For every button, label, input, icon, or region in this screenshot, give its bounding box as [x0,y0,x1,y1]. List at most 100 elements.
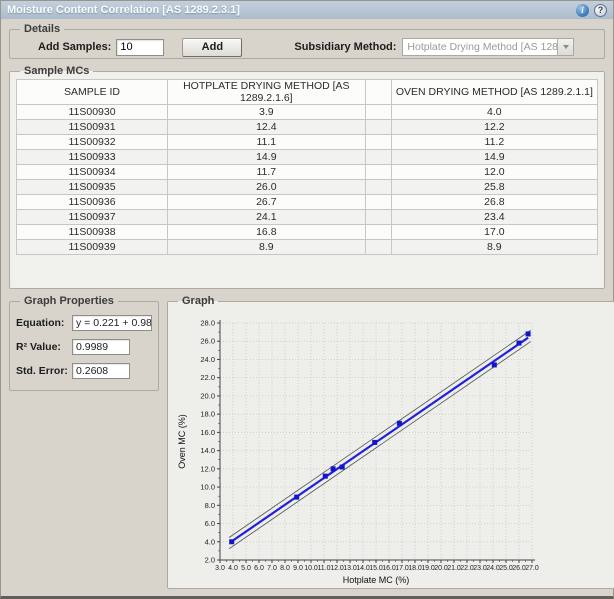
svg-text:2.0: 2.0 [205,556,215,565]
r2-label: R² Value: [16,341,72,353]
mc-value-cell[interactable]: 4.0 [391,105,597,120]
mc-value-cell[interactable]: 25.8 [391,180,597,195]
mc-value-cell[interactable]: 3.9 [168,105,366,120]
bottom-row: Graph Properties Equation: y = 0.221 + 0… [9,295,605,589]
sample-id-cell[interactable]: 11S00937 [17,210,168,225]
mc-value-cell[interactable]: 12.4 [168,120,366,135]
correlation-plot: 3.04.05.06.07.08.09.010.011.012.013.014.… [174,308,608,586]
svg-text:4.0: 4.0 [205,537,215,546]
table-row[interactable]: 11S0093626.7 26.8 [17,195,598,210]
mc-value-cell[interactable]: 23.4 [391,210,597,225]
add-samples-label: Add Samples: [38,41,111,53]
table-row[interactable]: 11S0093314.914.9 [17,150,598,165]
svg-text:10.0: 10.0 [304,565,318,572]
svg-text:26.0: 26.0 [200,337,215,346]
svg-text:Hotplate MC (%): Hotplate MC (%) [343,575,410,585]
svg-text:5.0: 5.0 [241,565,251,572]
table-row[interactable]: 11S0093526.0 25.8 [17,180,598,195]
sample-table-body: 11S009303.94.011S0093112.412.211S0093211… [17,105,598,255]
mc-value-cell[interactable]: 26.0 [168,180,366,195]
svg-text:19.0: 19.0 [421,565,435,572]
sample-id-cell[interactable]: 11S00935 [17,180,168,195]
mc-value-cell[interactable]: 11.1 [168,135,366,150]
spacer-cell [365,165,391,180]
svg-text:18.0: 18.0 [408,565,422,572]
mc-value-cell[interactable]: 8.9 [168,240,366,255]
r2-value: 0.9989 [72,339,130,355]
svg-text:6.0: 6.0 [254,565,264,572]
mc-value-cell[interactable]: 12.2 [391,120,597,135]
svg-text:20.0: 20.0 [200,391,215,400]
svg-text:Oven MC (%): Oven MC (%) [177,414,187,469]
column-header[interactable]: HOTPLATE DRYING METHOD [AS 1289.2.1.6] [168,80,366,105]
table-row[interactable]: 11S0093211.1 11.2 [17,135,598,150]
graph-properties-legend: Graph Properties [20,295,118,307]
svg-text:11.0: 11.0 [317,565,330,572]
sample-id-cell[interactable]: 11S00938 [17,225,168,240]
select-dropdown-button[interactable] [557,39,573,55]
sample-id-cell[interactable]: 11S00939 [17,240,168,255]
sample-id-cell[interactable]: 11S00932 [17,135,168,150]
svg-text:7.0: 7.0 [267,565,277,572]
add-samples-input[interactable] [116,39,164,56]
svg-text:27.0: 27.0 [525,565,539,572]
std-error-label: Std. Error: [16,365,72,377]
mc-value-cell[interactable]: 14.9 [391,150,597,165]
graph-legend: Graph [178,295,218,307]
mc-value-cell[interactable]: 16.8 [168,225,366,240]
spacer-cell [365,120,391,135]
sample-id-cell[interactable]: 11S00930 [17,105,168,120]
svg-text:14.0: 14.0 [200,446,215,455]
sample-id-cell[interactable]: 11S00936 [17,195,168,210]
column-header[interactable] [365,80,391,105]
mc-value-cell[interactable]: 8.9 [391,240,597,255]
mc-value-cell[interactable]: 26.8 [391,195,597,210]
svg-text:15.0: 15.0 [369,565,383,572]
content-area: Details Add Samples: Add Subsidiary Meth… [1,19,613,596]
sample-id-cell[interactable]: 11S00931 [17,120,168,135]
sample-id-cell[interactable]: 11S00934 [17,165,168,180]
help-icon[interactable]: ? [594,4,607,17]
table-row[interactable]: 11S009398.98.9 [17,240,598,255]
add-button[interactable]: Add [182,38,242,57]
mc-value-cell[interactable]: 17.0 [391,225,597,240]
equation-row: Equation: y = 0.221 + 0.98x [16,315,152,331]
svg-text:22.0: 22.0 [460,565,474,572]
table-row[interactable]: 11S0093411.7 12.0 [17,165,598,180]
svg-text:8.0: 8.0 [280,565,290,572]
svg-text:14.0: 14.0 [356,565,370,572]
sample-mcs-panel: Sample MCs SAMPLE IDHOTPLATE DRYING METH… [9,65,605,289]
equation-value: y = 0.221 + 0.98x [72,315,152,331]
svg-text:23.0: 23.0 [473,565,487,572]
chevron-down-icon [563,45,569,49]
spacer-cell [365,135,391,150]
mc-value-cell[interactable]: 12.0 [391,165,597,180]
column-header[interactable]: OVEN DRYING METHOD [AS 1289.2.1.1] [391,80,597,105]
column-header[interactable]: SAMPLE ID [17,80,168,105]
svg-text:16.0: 16.0 [382,565,396,572]
subsidiary-method-label: Subsidiary Method: [294,41,396,53]
svg-text:25.0: 25.0 [499,565,513,572]
sample-id-cell[interactable]: 11S00933 [17,150,168,165]
svg-text:17.0: 17.0 [395,565,409,572]
mc-value-cell[interactable]: 26.7 [168,195,366,210]
info-icon[interactable]: i [576,4,589,17]
svg-text:4.0: 4.0 [228,565,238,572]
table-row[interactable]: 11S0093724.1 23.4 [17,210,598,225]
mc-value-cell[interactable]: 24.1 [168,210,366,225]
svg-text:13.0: 13.0 [343,565,357,572]
subsidiary-method-select[interactable]: Hotplate Drying Method [AS 1289.2.1.6] [402,38,574,56]
sample-table-header-row: SAMPLE IDHOTPLATE DRYING METHOD [AS 1289… [17,80,598,105]
spacer-cell [365,195,391,210]
table-row[interactable]: 11S009303.9 4.0 [17,105,598,120]
equation-label: Equation: [16,317,72,329]
mc-value-cell[interactable]: 11.7 [168,165,366,180]
svg-text:16.0: 16.0 [200,428,215,437]
table-row[interactable]: 11S0093816.8 17.0 [17,225,598,240]
spacer-cell [365,210,391,225]
svg-text:6.0: 6.0 [205,519,215,528]
mc-value-cell[interactable]: 11.2 [391,135,597,150]
app-window: Moisture Content Correlation [AS 1289.2.… [0,0,614,599]
mc-value-cell[interactable]: 14.9 [168,150,366,165]
table-row[interactable]: 11S0093112.4 12.2 [17,120,598,135]
